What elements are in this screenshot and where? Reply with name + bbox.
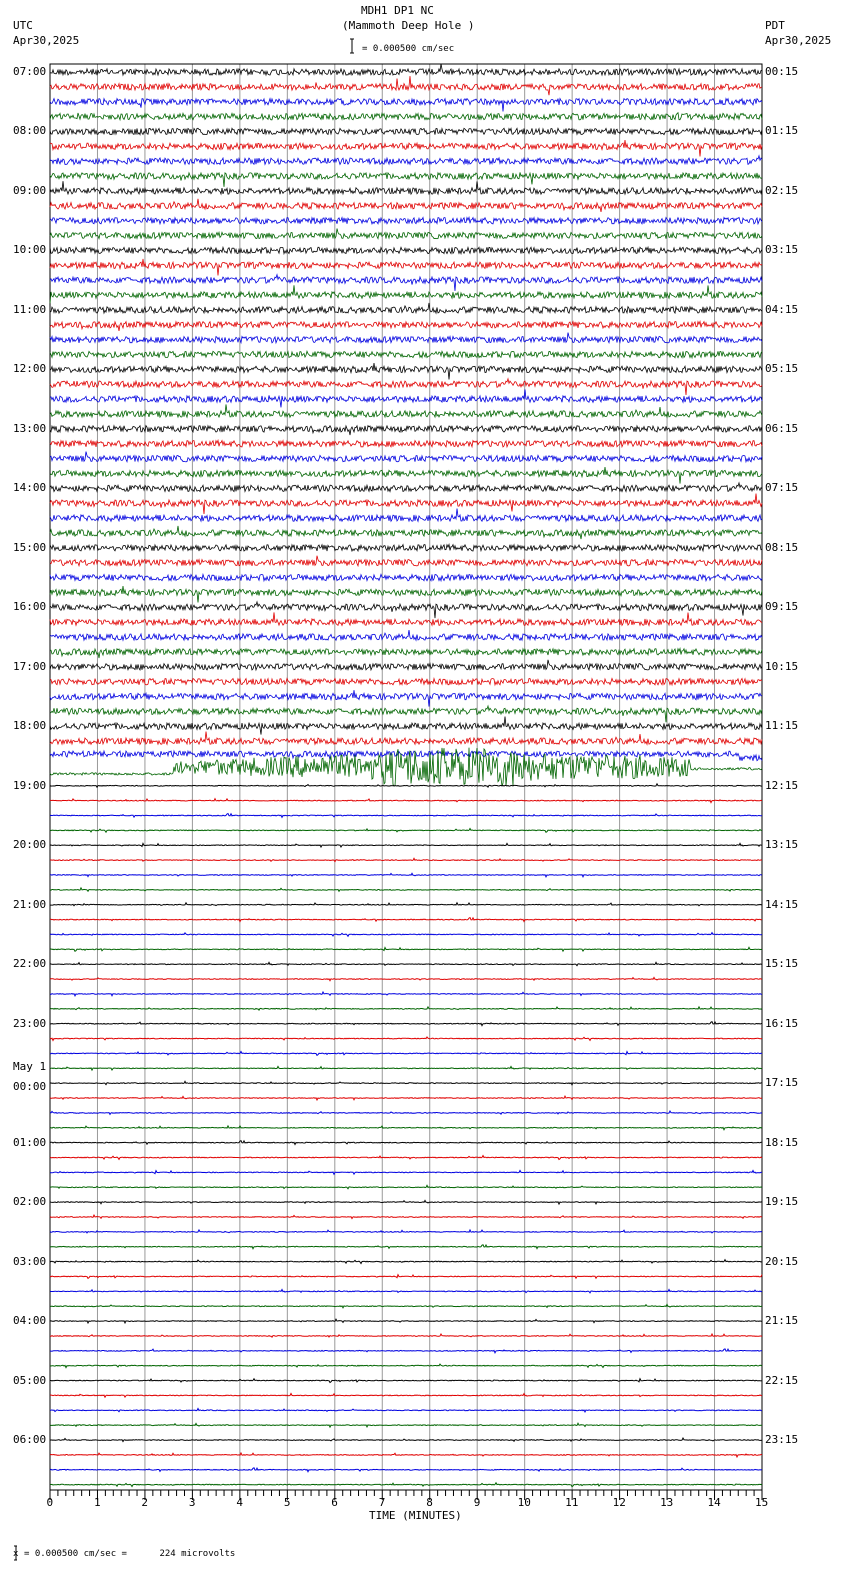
trace-line <box>49 451 763 464</box>
trace-line <box>49 273 763 291</box>
trace-line <box>49 245 763 256</box>
trace-line <box>49 467 763 484</box>
trace-line <box>50 139 763 157</box>
footer-scale-bar-icon <box>14 1545 17 1561</box>
trace-line <box>49 198 763 212</box>
trace-line <box>49 1437 763 1443</box>
trace-line <box>49 154 763 166</box>
trace-line <box>49 1139 762 1146</box>
trace-line <box>49 1169 762 1176</box>
trace-line <box>49 1466 763 1473</box>
trace-line <box>49 332 763 345</box>
trace-line <box>49 319 763 331</box>
trace-line <box>49 1273 763 1280</box>
trace-line <box>49 976 763 982</box>
trace-line <box>49 362 763 380</box>
trace-line <box>49 572 763 583</box>
trace-line <box>49 1199 763 1206</box>
trace-line <box>49 990 762 998</box>
trace-line <box>50 857 763 863</box>
trace-line <box>49 1407 763 1413</box>
trace-line <box>49 493 763 515</box>
trace-line <box>49 716 763 735</box>
trace-line <box>49 1214 763 1220</box>
trace-line <box>49 586 763 603</box>
trace-line <box>49 886 763 893</box>
trace-line <box>49 612 763 627</box>
trace-line <box>50 797 763 804</box>
trace-line <box>49 1347 763 1354</box>
trace-line <box>49 525 763 540</box>
trace-line <box>49 812 763 819</box>
trace-line <box>49 1318 763 1325</box>
trace-line <box>49 931 763 938</box>
seismogram-plot <box>14 38 763 1561</box>
trace-line <box>49 827 763 834</box>
trace-line <box>49 481 763 493</box>
trace-line <box>49 842 762 849</box>
trace-line <box>49 1392 763 1399</box>
trace-line <box>50 916 763 923</box>
trace-line <box>49 111 763 122</box>
trace-line <box>49 1303 763 1309</box>
trace-line <box>49 424 763 436</box>
scale-bar-icon <box>350 38 354 54</box>
trace-line <box>49 228 763 241</box>
trace-line <box>49 1094 763 1102</box>
trace-line <box>49 1080 762 1086</box>
trace-line <box>49 97 763 112</box>
trace-line <box>49 171 763 187</box>
trace-line <box>49 404 763 419</box>
trace-line <box>49 1258 763 1265</box>
trace-line <box>49 659 763 672</box>
trace-line <box>49 704 763 723</box>
trace-line <box>49 1005 763 1011</box>
trace-line <box>49 542 763 553</box>
trace-line <box>49 181 763 196</box>
trace-line <box>49 1020 763 1027</box>
trace-line <box>49 389 763 408</box>
trace-line <box>49 215 763 226</box>
trace-line <box>49 508 763 523</box>
trace-line <box>49 1363 763 1369</box>
trace-line <box>49 600 763 619</box>
trace-line <box>49 1036 763 1042</box>
trace-line <box>49 302 763 315</box>
trace-line <box>50 1481 763 1488</box>
trace-line <box>49 1065 763 1072</box>
trace-line <box>49 555 763 568</box>
trace-line <box>49 629 763 642</box>
trace-line <box>49 126 763 136</box>
trace-line <box>49 258 763 276</box>
trace-line <box>50 1377 763 1384</box>
trace-line <box>50 872 763 879</box>
helicorder: MDH1 DP1 NC (Mammoth Deep Hole ) UTC Apr… <box>0 0 850 1584</box>
trace-line <box>49 677 763 687</box>
trace-line <box>50 901 763 907</box>
trace-line <box>49 946 763 953</box>
trace-line <box>49 1451 763 1459</box>
trace-line <box>49 961 763 967</box>
trace-line <box>49 1288 763 1294</box>
trace-line <box>49 782 763 789</box>
trace-line <box>49 1422 763 1429</box>
trace-line <box>50 1332 763 1339</box>
trace-line <box>49 63 763 77</box>
trace-line <box>49 349 763 360</box>
trace-line <box>49 749 763 762</box>
trace-line <box>49 1109 763 1116</box>
trace-line <box>49 76 763 96</box>
trace-line <box>49 1228 763 1234</box>
trace-line <box>49 377 763 396</box>
trace-line <box>49 438 763 449</box>
trace-line <box>50 1184 763 1190</box>
trace-line <box>49 1243 763 1250</box>
trace-line <box>49 1154 763 1161</box>
trace-line <box>49 690 763 707</box>
trace-line <box>50 1050 763 1057</box>
trace-line <box>49 285 763 304</box>
trace-line <box>49 647 763 659</box>
trace-line <box>49 1124 763 1131</box>
trace-line <box>49 731 763 746</box>
